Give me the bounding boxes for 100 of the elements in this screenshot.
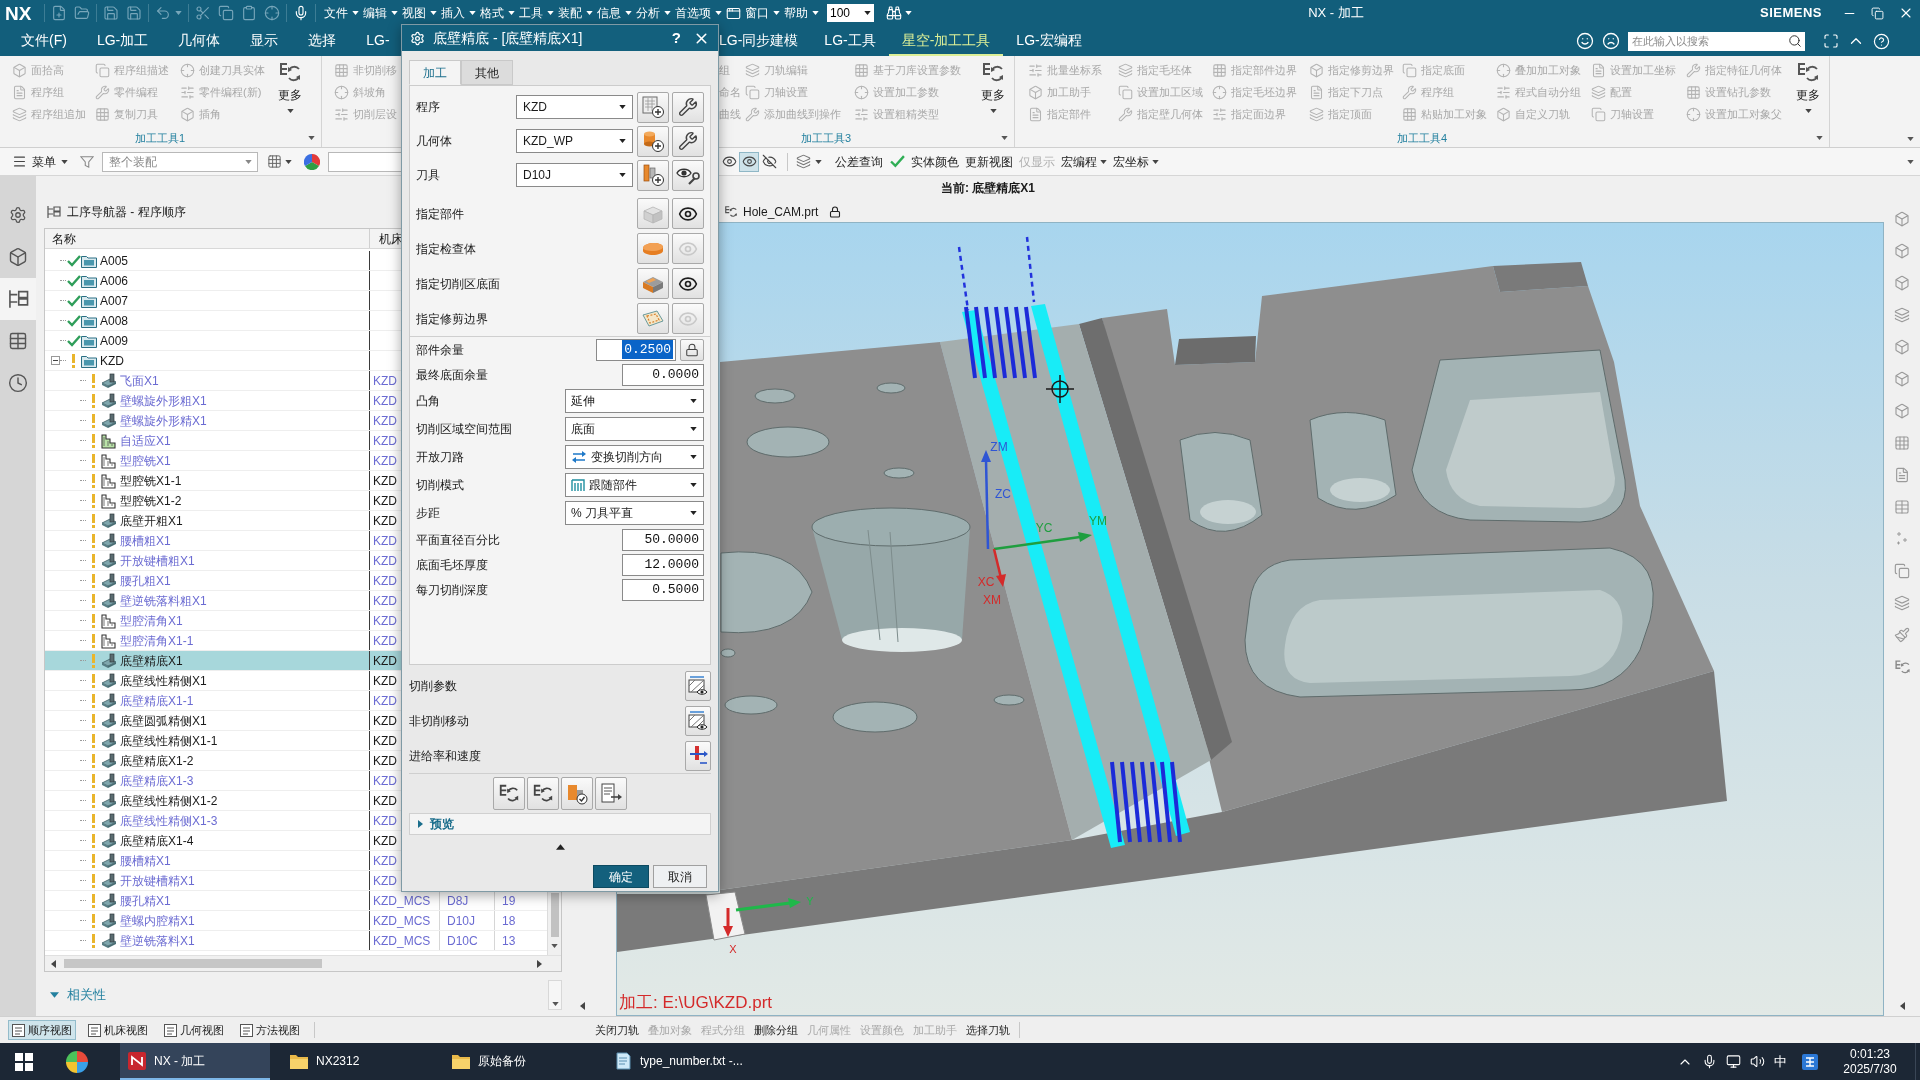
tree-item-label: 底壁线性精侧X1 (120, 672, 207, 690)
table-cell-text: D8J (447, 892, 469, 910)
tree-item-label: 型腔铣X1-2 (120, 492, 182, 510)
table-cell-text: KZD (373, 552, 397, 570)
table-cell-text: KZD (373, 832, 397, 850)
table-cell-text: KZD (373, 672, 397, 690)
axis-label: ZC (995, 487, 1011, 501)
tree-item-label: 壁逆铣落料粗X1 (120, 592, 207, 610)
dialog-title: 底壁精底 - [底壁精底X1] (433, 28, 583, 48)
field-label: 开放刀路 (416, 449, 465, 466)
tree-item-label: 底壁线性精侧X1-1 (120, 732, 218, 750)
window-title: NX - 加工 (1308, 4, 1364, 23)
field-label: 指定部件 (416, 205, 465, 223)
table-cell-text: KZD (373, 612, 397, 630)
tree-item-label: 腰槽精X1 (120, 852, 171, 870)
tree-item-label: 壁螺旋外形精X1 (120, 412, 207, 430)
field-label: 平面直径百分比 (416, 531, 501, 549)
field-label: 凸角 (416, 393, 441, 410)
table-cell-text: KZD (373, 372, 397, 390)
field-label: 非切削移动 (409, 712, 470, 730)
ribbon-group-label: 加工工具4 (1396, 130, 1448, 146)
field-label: 程序 (416, 99, 441, 116)
table-cell-text: D10C (447, 932, 478, 950)
tree-item-label: 底壁精底X1-1 (120, 692, 194, 710)
table-cell-text: KZD (373, 712, 397, 730)
tree-item-label: 型腔铣X1-1 (120, 472, 182, 490)
table-cell-text: KZD_MCS (373, 932, 431, 950)
tree-item-label: 壁螺旋外形粗X1 (120, 392, 207, 410)
ribbon-label: 组 (719, 62, 731, 78)
clock-time: 0:01:23 (1849, 1046, 1890, 1062)
axis-label: XC (977, 575, 995, 589)
tree-item-label: KZD (100, 352, 124, 370)
table-cell-text: 13 (502, 932, 516, 950)
table-cell-text: D10J (447, 912, 475, 930)
tree-item-label: 型腔清角X1 (120, 612, 183, 630)
tree-item-label: 壁螺内腔精X1 (120, 912, 195, 930)
tree-item-label: 腰孔精X1 (120, 892, 171, 910)
table-cell-text: KZD (373, 392, 397, 410)
field-label: 切削模式 (416, 477, 465, 494)
table-cell-text: KZD (373, 632, 397, 650)
table-cell-text: KZD (373, 432, 397, 450)
table-cell-text: KZD (373, 752, 397, 770)
tree-item-label: 飞面X1 (120, 372, 159, 390)
tree-item-label: 开放键槽精X1 (120, 872, 195, 890)
field-label: 指定修剪边界 (416, 310, 489, 328)
app-logo: NX (4, 3, 33, 23)
ribbon-label: 命名 (719, 84, 742, 100)
tree-item-label: 底壁圆弧精侧X1 (120, 712, 207, 730)
table-cell-text: KZD (373, 812, 397, 830)
table-cell-text: KZD (373, 492, 397, 510)
table-cell-text: KZD_MCS (373, 892, 431, 910)
table-cell-text: KZD (373, 592, 397, 610)
table-cell-text: KZD (373, 652, 397, 670)
tree-item-label: 开放键槽粗X1 (120, 552, 195, 570)
tree-item-label: 底壁精底X1-4 (120, 832, 194, 850)
table-cell-text: KZD (373, 732, 397, 750)
axis-label: XM (983, 593, 1001, 607)
ribbon-group-label: 加工工具1 (134, 130, 186, 146)
status-text: 加工: E:\UG\KZD.prt (619, 993, 773, 1013)
tree-item-label: 腰孔粗X1 (120, 572, 171, 590)
table-cell-text: KZD (373, 412, 397, 430)
tree-item-label: 底壁精底X1 (120, 652, 183, 670)
table-cell-text: KZD (373, 852, 397, 870)
tree-item-label: 型腔清角X1-1 (120, 632, 194, 650)
axis-label: Y (806, 895, 814, 907)
table-cell-text: KZD (373, 572, 397, 590)
brand-logo: SIEMENS (1760, 4, 1822, 23)
table-cell-text: 18 (502, 912, 516, 930)
tree-item-label: 壁逆铣落料X1 (120, 932, 195, 950)
table-cell-text: KZD (373, 792, 397, 810)
axis-label: X (729, 943, 737, 955)
tree-item-label: A008 (100, 312, 129, 330)
field-label: 指定切削区底面 (416, 275, 501, 293)
tree-item-label: 自适应X1 (120, 432, 171, 450)
tree-item-label: 底壁线性精侧X1-3 (120, 812, 218, 830)
tree-item-label: 底壁精底X1-3 (120, 772, 194, 790)
table-cell-text: KZD (373, 692, 397, 710)
tree-item-label: 型腔铣X1 (120, 452, 171, 470)
field-label: 底面毛坯厚度 (416, 556, 489, 574)
tree-item-label: A006 (100, 272, 129, 290)
ribbon-group-label: 加工工具3 (801, 130, 852, 146)
field-label: 几何体 (416, 133, 453, 150)
table-cell-text: KZD (373, 532, 397, 550)
tree-item-label: 底壁线性精侧X1-2 (120, 792, 218, 810)
tree-item-label: A007 (100, 292, 129, 310)
table-cell-text: KZD (373, 772, 397, 790)
axis-label: YC (1035, 521, 1053, 535)
table-cell-text: KZD (373, 872, 397, 890)
table-cell-text: KZD_MCS (373, 912, 431, 930)
tree-item-label: A005 (100, 252, 129, 270)
table-cell-text: 19 (502, 892, 516, 910)
current-operation-label: 当前: 底壁精底X1 (941, 180, 1035, 197)
panel-title: 工序导航器 - 程序顺序 (67, 204, 186, 221)
table-cell-text: KZD (373, 512, 397, 530)
table-cell-text: KZD (373, 472, 397, 490)
ribbon-label: 曲线 (719, 106, 742, 122)
tree-item-label: 底壁开粗X1 (120, 512, 183, 530)
table-cell-text: KZD (373, 452, 397, 470)
tree-item-label: A009 (100, 332, 129, 350)
field-label: 刀具 (416, 167, 441, 184)
